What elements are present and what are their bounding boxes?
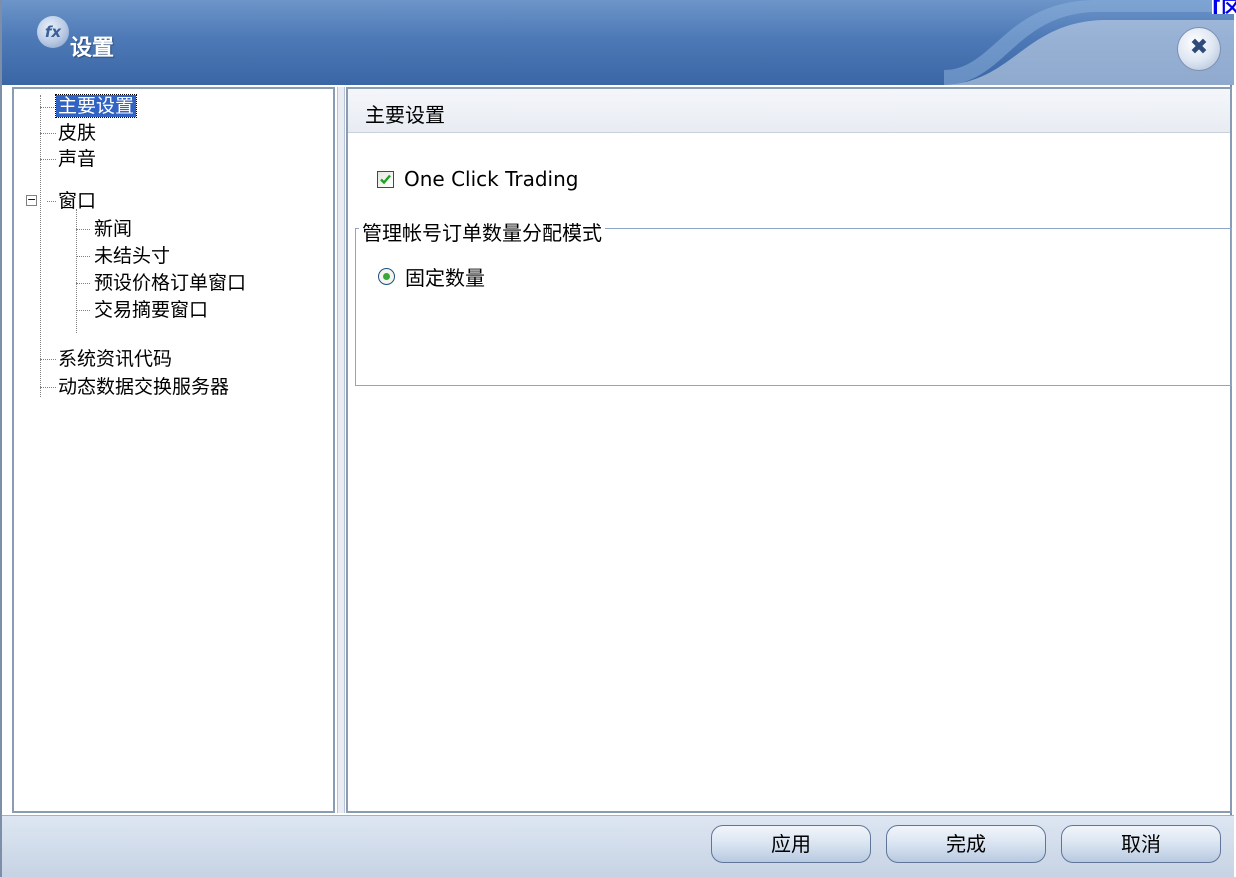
settings-tree[interactable]: − 主要设置 皮肤 声音 窗口 新闻 未结头寸 预设价格订单窗口 交易摘要窗口 … [12, 87, 335, 813]
checkmark-icon [380, 174, 391, 185]
tree-line [76, 283, 90, 284]
tree-line [40, 95, 41, 397]
tree-item-main-settings[interactable]: 主要设置 [54, 93, 138, 119]
collapse-icon[interactable]: − [26, 194, 37, 206]
tree-line [40, 359, 56, 360]
button-bar: 应用 完成 取消 [2, 815, 1234, 877]
tree-item-trade-summary-window[interactable]: 交易摘要窗口 [94, 297, 208, 323]
app-logo-icon: fx [37, 16, 69, 48]
settings-window: fx 设置 ✖ − 主要设置 皮肤 声音 窗口 新闻 未结头寸 预设价格订单窗口… [0, 0, 1234, 877]
fixed-quantity-radio[interactable] [378, 268, 395, 285]
corner-link[interactable]: [区 [1212, 0, 1236, 14]
one-click-trading-label[interactable]: One Click Trading [404, 167, 578, 191]
allocation-mode-group [355, 228, 1232, 386]
tree-item-dde-server[interactable]: 动态数据交换服务器 [58, 374, 229, 400]
tree-item-open-positions[interactable]: 未结头寸 [94, 243, 170, 269]
tree-item-sound[interactable]: 声音 [58, 146, 96, 172]
tree-item-news[interactable]: 新闻 [94, 216, 132, 242]
tree-line [40, 387, 56, 388]
window-title: 设置 [70, 36, 115, 61]
done-button[interactable]: 完成 [886, 825, 1046, 863]
tree-item-system-info-code[interactable]: 系统资讯代码 [58, 346, 172, 372]
tree-line [40, 133, 56, 134]
title-bar[interactable]: fx 设置 ✖ [2, 0, 1234, 85]
tree-line [76, 229, 90, 230]
tree-line [47, 201, 56, 202]
tree-line [76, 256, 90, 257]
tree-line [76, 209, 77, 333]
close-icon: ✖ [1189, 35, 1209, 60]
apply-button[interactable]: 应用 [711, 825, 871, 863]
settings-panel: 主要设置 One Click Trading 管理帐号订单数量分配模式 固定数量 [346, 87, 1232, 813]
tree-item-skin[interactable]: 皮肤 [58, 120, 96, 146]
fixed-quantity-label[interactable]: 固定数量 [405, 262, 485, 291]
tree-item-preset-order-window[interactable]: 预设价格订单窗口 [94, 270, 246, 296]
panel-title: 主要设置 [365, 103, 445, 127]
tree-line [76, 310, 90, 311]
one-click-trading-checkbox[interactable] [377, 171, 394, 188]
radio-selected-dot [383, 273, 390, 280]
cancel-button[interactable]: 取消 [1061, 825, 1221, 863]
allocation-mode-legend: 管理帐号订单数量分配模式 [359, 217, 605, 246]
tree-line [40, 159, 56, 160]
close-button[interactable]: ✖ [1177, 27, 1221, 71]
tree-line [40, 107, 56, 108]
tree-item-window[interactable]: 窗口 [58, 188, 96, 214]
pane-splitter[interactable] [337, 87, 345, 813]
panel-header: 主要设置 [348, 89, 1230, 133]
